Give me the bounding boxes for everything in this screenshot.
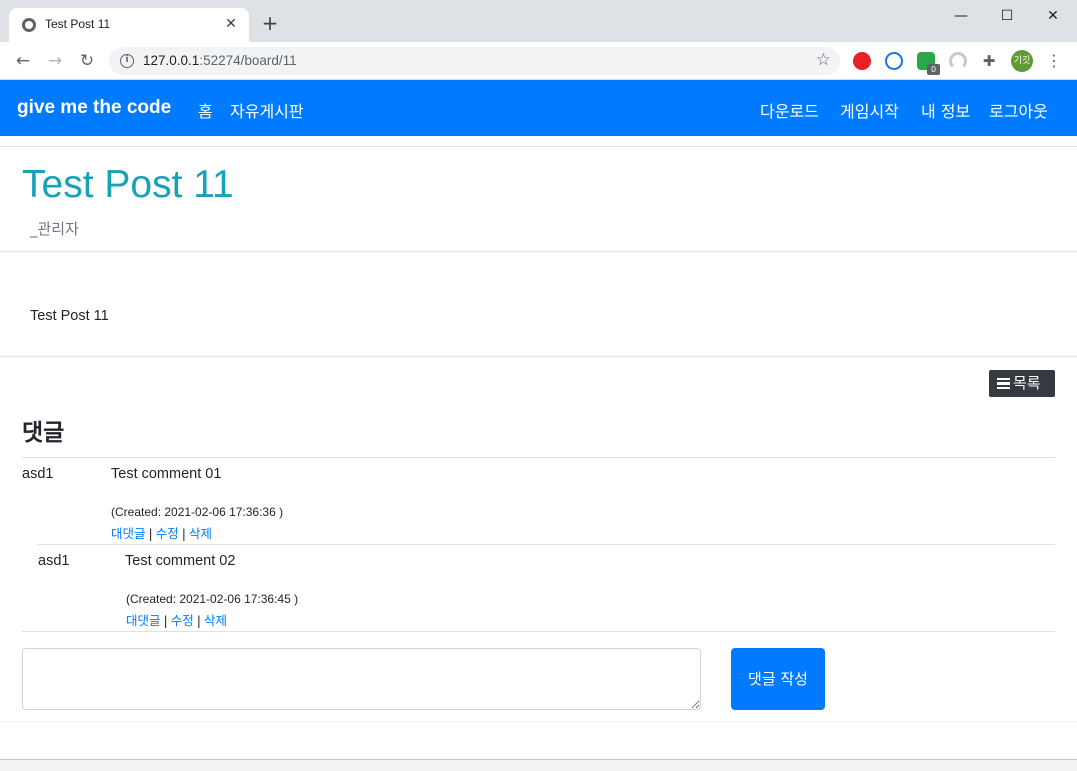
divider [22,631,1055,632]
browser-toolbar: ← → ↻ i 127.0.0.1:52274/board/11 ☆ 0 ✚ 기… [0,42,1077,80]
puzzle-icon[interactable]: ✚ [980,52,998,70]
address-bar[interactable]: i 127.0.0.1:52274/board/11 ☆ [109,47,840,75]
reply-link[interactable]: 대댓글 [111,526,146,541]
comments-heading: 댓글 [22,420,65,446]
url-path: :52274/board/11 [199,53,297,68]
divider [0,251,1077,252]
nav-link-home[interactable]: 홈 [198,98,213,122]
window-bottom-edge [0,759,1077,771]
window-close-button[interactable]: ✕ [1030,4,1076,28]
reply-link[interactable]: 대댓글 [126,613,161,628]
divider [0,146,1077,147]
globe-icon [22,18,36,32]
page-title: Test Post 11 [22,163,234,206]
submit-comment-button[interactable]: 댓글 작성 [731,648,825,710]
menu-dots-icon[interactable]: ⋮ [1046,50,1062,72]
url-text[interactable]: 127.0.0.1:52274/board/11 [143,53,297,68]
edit-link[interactable]: 수정 [171,613,194,628]
list-button[interactable]: 목록 [989,370,1055,397]
new-tab-button[interactable]: + [260,13,280,33]
bookmark-star-icon[interactable]: ☆ [816,50,831,70]
post-author: _관리자 [30,220,79,238]
divider [22,457,1055,458]
block-extension-icon[interactable] [885,52,903,70]
nav-link-download[interactable]: 다운로드 [760,98,819,122]
comment-input[interactable] [22,648,701,710]
nav-link-logout[interactable]: 로그아웃 [989,98,1048,122]
delete-link[interactable]: 삭제 [204,613,227,628]
comment-text: Test comment 02 [125,553,236,569]
tab-title: Test Post 11 [45,17,111,31]
nav-link-my-info[interactable]: 내 정보 [921,98,970,122]
maximize-button[interactable]: ☐ [984,4,1030,28]
comment-actions: 대댓글 | 수정 | 삭제 [111,526,212,541]
reload-icon[interactable]: ↻ [76,50,98,72]
edit-link[interactable]: 수정 [156,526,179,541]
profile-avatar[interactable]: 기깃 [1011,50,1033,72]
extension-badge: 0 [927,64,940,75]
stop-extension-icon[interactable] [853,52,871,70]
comment-actions: 대댓글 | 수정 | 삭제 [126,613,227,628]
site-navbar: give me the code 홈 자유게시판 다운로드 게임시작 내 정보 … [0,80,1077,136]
nav-link-free-board[interactable]: 자유게시판 [230,98,304,122]
divider [37,544,1055,545]
url-host: 127.0.0.1 [143,53,200,68]
arc-extension-icon[interactable] [949,52,967,70]
close-tab-icon[interactable]: ✕ [221,14,241,34]
info-icon[interactable]: i [120,54,134,68]
list-icon [997,376,1010,392]
comment-text: Test comment 01 [111,466,222,482]
list-button-label: 목록 [1013,374,1041,392]
browser-title-bar: Test Post 11 ✕ + — ☐ ✕ [0,0,1077,42]
delete-link[interactable]: 삭제 [189,526,212,541]
forward-arrow-icon[interactable]: → [44,50,66,72]
divider [0,356,1077,357]
site-brand[interactable]: give me the code [17,97,171,119]
comment-timestamp: (Created: 2021-02-06 17:36:36 ) [111,505,284,519]
comment-timestamp: (Created: 2021-02-06 17:36:45 ) [126,592,299,606]
minimize-button[interactable]: — [938,4,984,28]
comment-author: asd1 [22,466,54,482]
nav-link-game-start[interactable]: 게임시작 [840,98,899,122]
browser-tab[interactable]: Test Post 11 ✕ [9,8,249,42]
page-footer [0,721,1077,759]
post-body: Test Post 11 [30,308,109,324]
comment-author: asd1 [38,553,70,569]
back-arrow-icon[interactable]: ← [12,50,34,72]
